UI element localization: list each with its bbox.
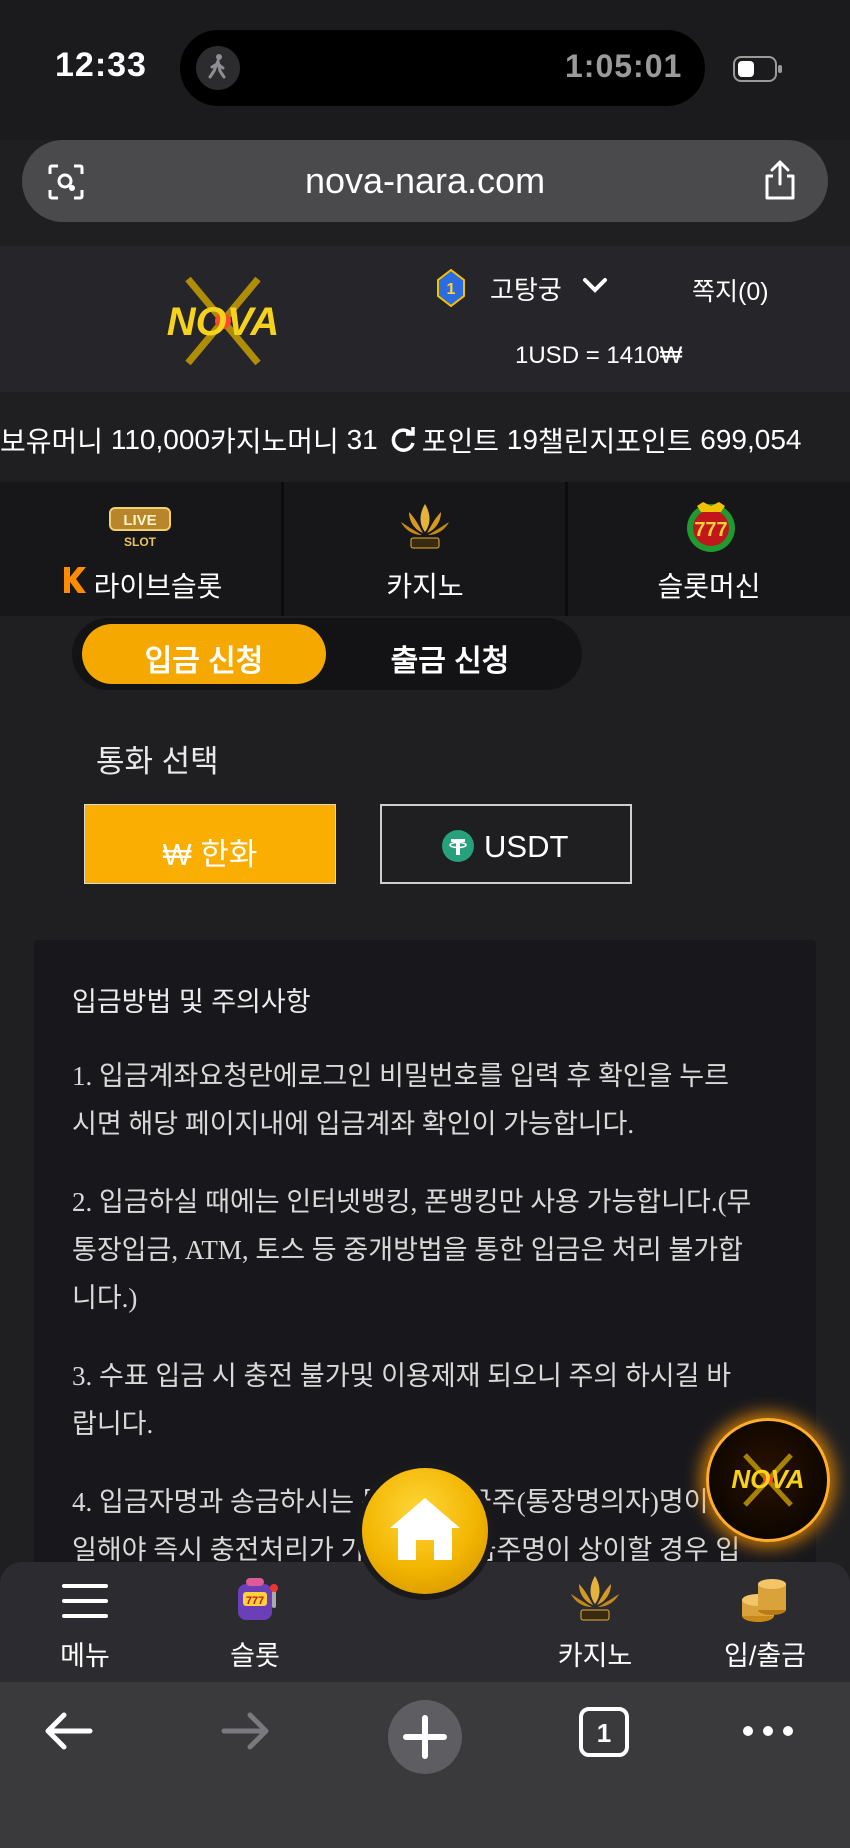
category-casino-label: 카지노 [386,571,464,602]
svg-text:1: 1 [447,281,456,298]
challenge-point-value: 699,054 [700,424,802,455]
exchange-rate: 1USD = 1410₩ [515,342,683,369]
info-item-2-line-1: 2. 입금하실 때에는 인터넷뱅킹, 폰뱅킹만 사용 가능합니다.(무 [72,1187,752,1217]
svg-text:1: 1 [597,1718,611,1748]
currency-usdt-label[interactable]: USDT [484,829,568,865]
svg-text:LIVE: LIVE [123,512,156,529]
tabs-icon[interactable]: 1 [578,1706,630,1758]
info-item-3-line-2: 랍니다. [72,1409,154,1439]
svg-text:777: 777 [694,519,727,541]
nav-deposit-withdraw-label[interactable]: 입/출금 [680,1634,850,1673]
info-item-1-line-1: 1. 입금계좌요청란에로그인 비밀번호를 입력 후 확인을 누르 [72,1061,729,1091]
casino-money-label: 카지노머니 [209,426,339,457]
info-title: 입금방법 및 주의사항 [72,987,311,1017]
menu-icon[interactable] [62,1582,108,1620]
activity-timer: 1:05:01 [565,48,683,84]
forward-arrow-icon[interactable] [218,1705,274,1757]
messages-link[interactable]: 쪽지(0) [692,272,769,308]
back-arrow-icon[interactable] [40,1705,96,1757]
info-item-2-line-3: 니다.) [72,1283,138,1313]
balance-line: 보유머니 110,000카지노머니 31 포인트 19챌린지포인트 699,054 [0,420,802,460]
category-live-slot-label: 라이브슬롯 [93,571,223,602]
nav-slot-label[interactable]: 슬롯 [170,1634,340,1673]
user-name[interactable]: 고탕궁 [490,270,562,307]
svg-text:NOVA: NOVA [167,300,280,344]
share-icon[interactable] [760,158,800,202]
svg-text:777: 777 [246,1595,264,1607]
point-value: 19 [506,424,538,455]
holding-money-value: 110,000 [110,424,210,455]
battery-icon [733,56,782,82]
home-button[interactable] [362,1468,488,1594]
info-item-3-line-1: 3. 수표 입금 시 충전 불가및 이용제재 되오니 주의 하시길 바 [72,1361,732,1391]
floating-nova-button[interactable]: NOVA [706,1418,830,1542]
more-options-icon[interactable] [740,1705,796,1757]
point-label: 포인트 [421,426,499,457]
refresh-icon[interactable] [388,425,418,455]
svg-text:SLOT: SLOT [124,535,157,549]
casino-money-value: 31 [346,424,378,455]
holding-money-label: 보유머니 [0,426,104,457]
currency-won-label[interactable]: ₩ 한화 [84,829,336,874]
nav-casino-label[interactable]: 카지노 [510,1634,680,1673]
nav-menu-label[interactable]: 메뉴 [0,1634,170,1673]
live-slot-icon: LIVE SLOT [108,506,172,550]
level-badge-icon: 1 [436,268,466,308]
walking-person-icon [196,46,240,90]
info-item-1-line-2: 시면 해당 페이지내에 입금계좌 확인이 가능합니다. [72,1109,635,1139]
new-tab-button[interactable] [388,1700,462,1774]
coins-icon[interactable] [738,1570,790,1626]
casino-icon [395,500,455,552]
info-item-2-line-2: 통장입금, ATM, 토스 등 중개방법을 통한 입금은 처리 불가합 [72,1235,743,1265]
svg-text:NOVA: NOVA [731,1464,804,1494]
tether-icon [442,830,474,862]
site-header [0,246,850,392]
withdraw-tab[interactable]: 출금 신청 [330,636,570,680]
slot-machine-icon: 777 [683,500,739,554]
casino-nav-icon[interactable] [565,1572,625,1624]
challenge-point-label: 챌린지포인트 [537,426,693,457]
chevron-down-icon[interactable] [582,276,608,296]
currency-select-title: 통화 선택 [96,744,219,779]
nova-logo[interactable]: NOVA [138,275,308,367]
status-clock: 12:33 [55,46,147,84]
deposit-tab-label[interactable]: 입금 신청 [82,636,326,680]
slot-machine-nav-icon[interactable]: 777 [232,1576,282,1624]
url-text[interactable]: nova-nara.com [0,160,850,202]
category-slot-machine-label: 슬롯머신 [657,571,761,602]
